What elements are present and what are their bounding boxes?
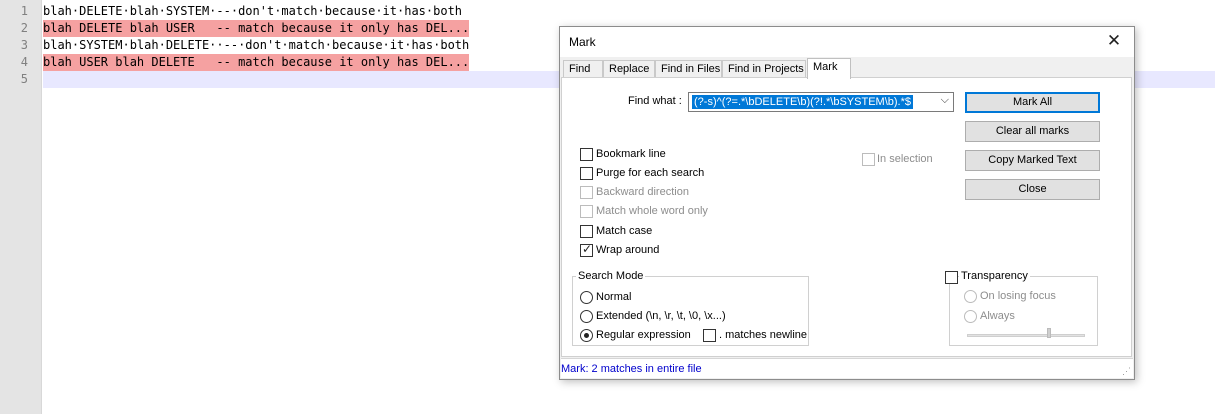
- status-bar: Mark: 2 matches in entire file ⋰: [561, 358, 1133, 378]
- matches-newline-checkbox[interactable]: [703, 329, 716, 342]
- dialog-titlebar[interactable]: Mark ✕: [560, 27, 1134, 57]
- line-number: 3: [20, 38, 28, 52]
- extended-label: Extended (\n, \r, \t, \0, \x...): [596, 310, 726, 322]
- slider-thumb: [1047, 328, 1051, 338]
- in-selection-checkbox: [862, 153, 875, 166]
- checkmark-icon: ✓: [582, 242, 593, 256]
- tab-find-in-projects[interactable]: Find in Projects: [722, 60, 806, 78]
- transparency-checkbox[interactable]: [945, 271, 958, 284]
- editor-line[interactable]: blah·SYSTEM·blah·DELETE··--·don't·match·…: [43, 37, 469, 54]
- always-label: Always: [980, 310, 1015, 322]
- backward-direction-label: Backward direction: [596, 186, 689, 198]
- resize-grip-icon[interactable]: ⋰: [1122, 366, 1131, 377]
- editor-line-marked[interactable]: blah DELETE blah USER -- match because i…: [43, 20, 470, 37]
- status-text: Mark: 2 matches in entire file: [561, 363, 702, 375]
- normal-radio[interactable]: [580, 291, 593, 304]
- tab-find-in-files[interactable]: Find in Files: [655, 60, 722, 78]
- line-number: 2: [20, 21, 28, 35]
- find-what-input[interactable]: (?-s)^(?=.*\bDELETE\b)(?!.*\bSYSTEM\b).*…: [692, 95, 913, 109]
- close-button[interactable]: Close: [965, 179, 1100, 200]
- match-whole-word-checkbox: [580, 205, 593, 218]
- chevron-down-icon[interactable]: ⌵: [941, 94, 949, 107]
- line-number-gutter: 1 2 3 4 5: [0, 0, 42, 414]
- match-case-label: Match case: [596, 225, 653, 237]
- backward-direction-checkbox: [580, 186, 593, 199]
- clear-all-marks-button[interactable]: Clear all marks: [965, 121, 1100, 142]
- editor-line-marked[interactable]: blah USER blah DELETE -- match because i…: [43, 54, 470, 71]
- normal-label: Normal: [596, 291, 632, 303]
- tab-mark[interactable]: Mark: [807, 58, 851, 79]
- match-whole-word-label: Match whole word only: [596, 205, 708, 217]
- transparency-label: Transparency: [959, 270, 1030, 282]
- wrap-around-checkbox[interactable]: ✓: [580, 242, 593, 257]
- mark-panel: Find what : (?-s)^(?=.*\bDELETE\b)(?!.*\…: [561, 77, 1132, 357]
- search-mode-group: Search Mode Normal Extended (\n, \r, \t,…: [572, 270, 809, 346]
- transparency-slider: [967, 334, 1085, 337]
- dialog-title: Mark: [569, 35, 596, 49]
- editor-line[interactable]: blah·DELETE·blah·SYSTEM·--·don't·match·b…: [43, 3, 462, 20]
- regex-label: Regular expression: [596, 329, 691, 341]
- purge-checkbox[interactable]: [580, 167, 593, 180]
- match-case-checkbox[interactable]: [580, 225, 593, 238]
- regex-radio[interactable]: [580, 329, 593, 342]
- matches-newline-label: . matches newline: [719, 329, 808, 341]
- search-mode-title: Search Mode: [576, 270, 646, 282]
- line-number: 1: [20, 4, 28, 18]
- in-selection-label: In selection: [877, 153, 933, 165]
- mark-dialog: Mark ✕ Find Replace Find in Files Find i…: [559, 26, 1135, 380]
- line-number: 4: [20, 55, 28, 69]
- transparency-group: Transparency On losing focus Always: [945, 270, 1098, 346]
- purge-label: Purge for each search: [596, 167, 705, 179]
- find-what-combo[interactable]: (?-s)^(?=.*\bDELETE\b)(?!.*\bSYSTEM\b).*…: [688, 92, 954, 112]
- on-losing-focus-label: On losing focus: [980, 290, 1056, 302]
- wrap-around-label: Wrap around: [596, 244, 660, 256]
- extended-radio[interactable]: [580, 310, 593, 323]
- find-what-label: Find what :: [628, 95, 682, 107]
- on-losing-focus-radio: [964, 290, 977, 303]
- always-radio: [964, 310, 977, 323]
- mark-all-button[interactable]: Mark All: [965, 92, 1100, 113]
- bookmark-line-label: Bookmark line: [596, 148, 666, 160]
- line-number: 5: [20, 72, 28, 86]
- tab-find[interactable]: Find: [563, 60, 603, 78]
- copy-marked-text-button[interactable]: Copy Marked Text: [965, 150, 1100, 171]
- bookmark-line-checkbox[interactable]: [580, 148, 593, 161]
- tab-replace[interactable]: Replace: [603, 60, 655, 78]
- close-icon[interactable]: ✕: [1104, 31, 1124, 51]
